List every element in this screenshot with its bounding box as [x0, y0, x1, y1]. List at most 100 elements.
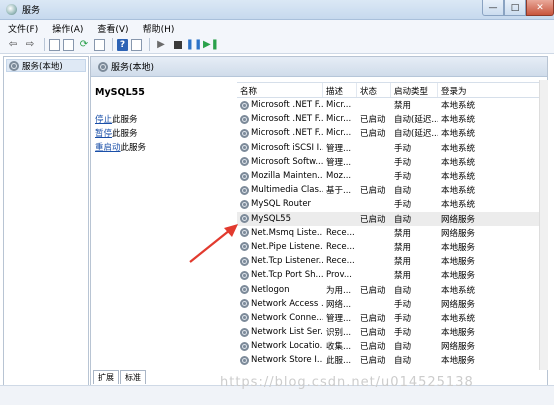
table-row[interactable]: Net.Tcp Port Sh... Prov... 禁用 本地服务 [237, 268, 548, 282]
table-row[interactable]: Net.Tcp Listener... Rece... 禁用 本地服务 [237, 254, 548, 268]
tab-standard[interactable]: 标准 [120, 370, 146, 384]
service-name: Network Access ... [237, 299, 323, 309]
service-startup-type: 自动(延迟... [394, 129, 438, 140]
gear-icon [240, 355, 249, 365]
service-name: MySQL55 [237, 214, 323, 224]
console-tree: 服务(本地) [3, 56, 89, 400]
column-header-status[interactable]: 状态 [357, 83, 391, 97]
table-row[interactable]: Net.Msmq Liste... Rece... 禁用 网络服务 [237, 226, 548, 240]
export-list-icon[interactable] [94, 38, 105, 51]
service-name-text: MySQL55 [251, 213, 292, 224]
table-row[interactable]: Microsoft Softw... 管理... 手动 本地系统 [237, 155, 548, 169]
gear-icon [240, 185, 249, 195]
service-log-on-as: 本地系统 [441, 129, 476, 140]
minimize-button[interactable]: — [482, 0, 504, 16]
gear-icon [240, 100, 249, 110]
toolbar: ⇦ ⇨ ⟳ ? ▶ ❚❚ ▶❚ [0, 36, 554, 54]
service-name: MySQL Router [237, 199, 323, 209]
service-name: Mozilla Mainten... [237, 171, 323, 181]
column-header-description[interactable]: 描述 [323, 83, 357, 97]
service-startup-type: 手动 [394, 157, 412, 168]
service-startup-type: 手动 [394, 200, 412, 211]
back-arrow-icon[interactable]: ⇦ [6, 38, 20, 51]
maximize-button[interactable]: □ [504, 0, 526, 16]
gear-icon [240, 313, 249, 323]
service-startup-type: 自动 [394, 214, 412, 225]
service-description: Rece... [326, 256, 355, 267]
red-annotation-arrow [189, 224, 238, 263]
service-startup-type: 自动 [394, 342, 412, 353]
close-button[interactable]: ✕ [526, 0, 554, 16]
service-name-text: Network Access ... [251, 298, 323, 309]
menu-view[interactable]: 查看(V) [97, 22, 128, 35]
table-row[interactable]: Microsoft .NET F... Micr... 已启动 自动(延迟... 本地系… [237, 126, 548, 140]
service-description: 此服... [326, 356, 352, 367]
table-row[interactable]: Netlogon 为用... 已启动 自动 本地系统 [237, 282, 548, 296]
service-startup-type: 自动 [394, 186, 412, 197]
pause-action: 暂停此服务 [95, 127, 237, 139]
service-name: Network List Ser... [237, 327, 323, 337]
service-name-text: Network Locatio... [251, 341, 323, 352]
list-header: 名称 描述 状态 启动类型 登录为 [237, 83, 548, 98]
restart-service-icon[interactable]: ▶❚ [203, 38, 219, 51]
service-description: Rece... [326, 227, 355, 238]
forward-arrow-icon[interactable]: ⇨ [23, 38, 37, 51]
service-name-text: Netlogon [251, 284, 290, 295]
gear-icon [240, 270, 249, 280]
tree-item-services-local[interactable]: 服务(本地) [6, 59, 86, 72]
properties-icon[interactable] [63, 38, 74, 51]
service-name-text: Net.Pipe Listene... [251, 241, 323, 252]
action-pane-icon[interactable] [131, 38, 142, 51]
service-description: Rece... [326, 241, 355, 252]
table-row[interactable]: MySQL Router 手动 本地系统 [237, 197, 548, 211]
column-header-name[interactable]: 名称 [237, 83, 323, 97]
service-description: Prov... [326, 270, 352, 281]
table-row[interactable]: Microsoft iSCSI I... 管理... 手动 本地系统 [237, 141, 548, 155]
vertical-scrollbar[interactable] [539, 80, 548, 370]
service-description: 管理... [326, 157, 352, 168]
pause-service-icon[interactable]: ❚❚ [186, 38, 203, 51]
service-startup-type: 手动 [394, 313, 412, 324]
table-row[interactable]: Microsoft .NET F... Micr... 禁用 本地系统 [237, 98, 548, 112]
refresh-icon[interactable]: ⟳ [77, 38, 91, 51]
service-description: 网络... [326, 299, 352, 310]
service-name: Multimedia Clas... [237, 185, 323, 195]
tab-extended[interactable]: 扩展 [93, 370, 119, 384]
table-row[interactable]: Microsoft .NET F... Micr... 已启动 自动(延迟... 本地系… [237, 112, 548, 126]
table-row[interactable]: Multimedia Clas... 基于... 已启动 自动 本地系统 [237, 183, 548, 197]
gear-icon [240, 327, 249, 337]
pause-service-link[interactable]: 暂停 [95, 129, 112, 139]
table-row[interactable]: Net.Pipe Listene... Rece... 禁用 本地服务 [237, 240, 548, 254]
column-header-log-on-as[interactable]: 登录为 [438, 83, 548, 97]
table-row[interactable]: Network List Ser... 识别... 已启动 手动 本地服务 [237, 325, 548, 339]
help-icon[interactable]: ? [117, 38, 128, 51]
service-log-on-as: 网络服务 [441, 214, 476, 225]
start-service-icon[interactable]: ▶ [154, 38, 168, 51]
restart-service-link[interactable]: 重启动 [95, 143, 121, 153]
table-row[interactable]: Network Conne... 管理... 已启动 手动 本地系统 [237, 311, 548, 325]
service-log-on-as: 本地系统 [441, 313, 476, 324]
service-log-on-as: 本地系统 [441, 200, 476, 211]
menu-file[interactable]: 文件(F) [8, 22, 38, 35]
table-row[interactable]: Mozilla Mainten... Moz... 手动 本地系统 [237, 169, 548, 183]
menu-action[interactable]: 操作(A) [52, 22, 83, 35]
service-name-text: Microsoft .NET F... [251, 114, 323, 125]
stop-service-link[interactable]: 停止 [95, 115, 112, 125]
service-startup-type: 手动 [394, 299, 412, 310]
stop-service-icon[interactable] [174, 40, 182, 49]
menu-help[interactable]: 帮助(H) [143, 22, 175, 35]
table-row[interactable]: MySQL55 已启动 自动 网络服务 [237, 211, 548, 226]
window-title: 服务 [22, 6, 41, 16]
service-name: Microsoft .NET F... [237, 100, 323, 110]
table-row[interactable]: Network Access ... 网络... 手动 网络服务 [237, 297, 548, 311]
table-row[interactable]: Network Store I... 此服... 已启动 自动 本地服务 [237, 353, 548, 367]
gear-icon [240, 157, 249, 167]
column-header-startup-type[interactable]: 启动类型 [391, 83, 438, 97]
service-startup-type: 禁用 [394, 257, 412, 268]
service-status: 已启动 [360, 328, 386, 339]
services-list: 名称 描述 状态 启动类型 登录为 Microsoft .NET F...Mic… [237, 82, 548, 372]
gear-icon [240, 256, 249, 266]
table-row[interactable]: Network Locatio... 收集... 已启动 自动 网络服务 [237, 339, 548, 353]
show-hide-console-icon[interactable] [49, 38, 60, 51]
service-name: Microsoft iSCSI I... [237, 143, 323, 153]
